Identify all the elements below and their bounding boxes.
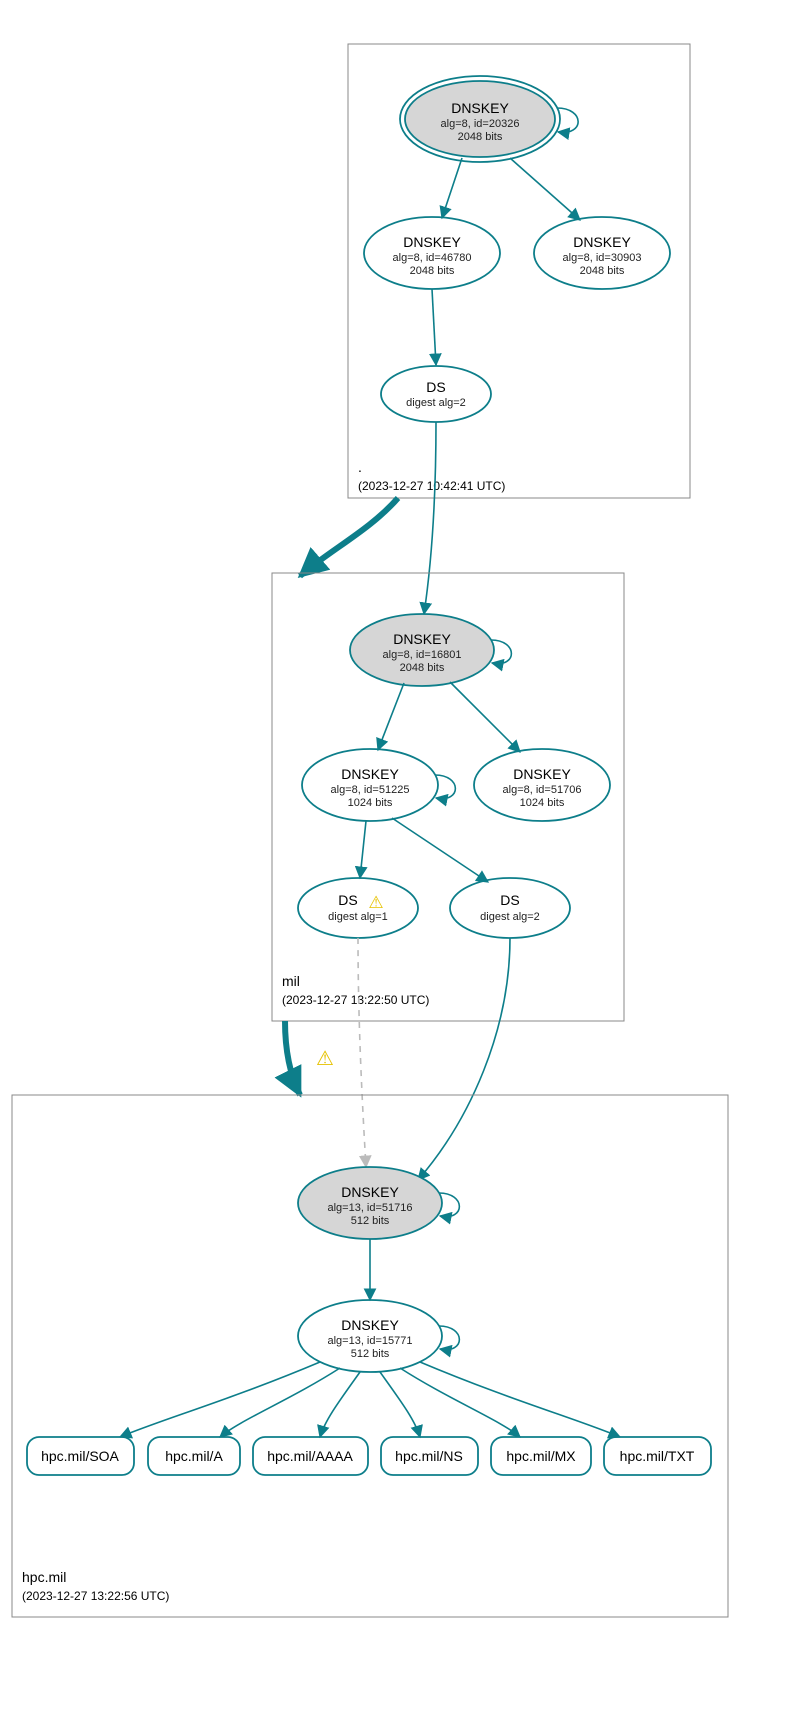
- node-root-ds: DS digest alg=2: [381, 366, 491, 422]
- node-root-ksk-title: DNSKEY: [451, 100, 509, 116]
- edge-rootds-milksk: [424, 422, 436, 614]
- zone-hpc-time: (2023-12-27 13:22:56 UTC): [22, 1589, 169, 1603]
- node-hpc-zsk-l1: alg=13, id=15771: [327, 1335, 412, 1347]
- rr-soa-label: hpc.mil/SOA: [41, 1448, 119, 1464]
- node-hpc-ksk: DNSKEY alg=13, id=51716 512 bits: [298, 1167, 442, 1239]
- node-mil-zsk2-l1: alg=8, id=51706: [503, 784, 582, 796]
- node-mil-ds1-l1: digest alg=1: [328, 911, 388, 923]
- node-mil-zsk2: DNSKEY alg=8, id=51706 1024 bits: [474, 749, 610, 821]
- node-root-zsk1-title: DNSKEY: [403, 234, 461, 250]
- node-mil-zsk1: DNSKEY alg=8, id=51225 1024 bits: [302, 749, 438, 821]
- rr-a-label: hpc.mil/A: [165, 1448, 223, 1464]
- zone-mil-label: mil: [282, 973, 300, 989]
- edge-milksk-zsk1: [378, 683, 404, 750]
- rr-txt: hpc.mil/TXT: [604, 1437, 711, 1475]
- zone-root-label: .: [358, 459, 362, 475]
- rr-aaaa: hpc.mil/AAAA: [253, 1437, 368, 1475]
- node-root-ksk-l2: 2048 bits: [458, 131, 503, 143]
- node-mil-ksk: DNSKEY alg=8, id=16801 2048 bits: [350, 614, 494, 686]
- node-mil-zsk1-title: DNSKEY: [341, 766, 399, 782]
- node-root-ksk-l1: alg=8, id=20326: [441, 118, 520, 130]
- edge-rootksk-zsk1: [442, 158, 462, 218]
- node-hpc-ksk-l1: alg=13, id=51716: [327, 1202, 412, 1214]
- zone-hpc-label: hpc.mil: [22, 1569, 66, 1585]
- edge-zsk-ns: [380, 1372, 420, 1437]
- node-root-zsk2-l1: alg=8, id=30903: [563, 252, 642, 264]
- node-root-zsk2: DNSKEY alg=8, id=30903 2048 bits: [534, 217, 670, 289]
- rr-ns: hpc.mil/NS: [381, 1437, 478, 1475]
- zone-mil-time: (2023-12-27 13:22:50 UTC): [282, 993, 429, 1007]
- node-root-zsk1-l1: alg=8, id=46780: [393, 252, 472, 264]
- node-mil-ds2-title: DS: [500, 892, 519, 908]
- node-hpc-zsk-l2: 512 bits: [351, 1348, 390, 1360]
- edge-zsk-soa: [120, 1362, 320, 1437]
- node-hpc-ksk-l2: 512 bits: [351, 1215, 390, 1227]
- node-hpc-ksk-title: DNSKEY: [341, 1184, 399, 1200]
- node-mil-ds1-title: DS: [338, 892, 357, 908]
- edge-milzsk1-ds2: [392, 818, 488, 882]
- node-mil-ds1: DS ⚠ digest alg=1: [298, 878, 418, 938]
- rr-mx-label: hpc.mil/MX: [506, 1448, 576, 1464]
- zone-root-time: (2023-12-27 10:42:41 UTC): [358, 479, 505, 493]
- node-mil-ksk-title: DNSKEY: [393, 631, 451, 647]
- node-root-zsk1-l2: 2048 bits: [410, 265, 455, 277]
- edge-milzsk1-ds1: [360, 821, 366, 878]
- node-mil-ksk-l2: 2048 bits: [400, 662, 445, 674]
- rr-soa: hpc.mil/SOA: [27, 1437, 134, 1475]
- node-mil-zsk1-l2: 1024 bits: [348, 797, 393, 809]
- node-mil-ksk-l1: alg=8, id=16801: [383, 649, 462, 661]
- node-mil-ds2: DS digest alg=2: [450, 878, 570, 938]
- node-mil-zsk1-l1: alg=8, id=51225: [331, 784, 410, 796]
- edge-rootksk-zsk2: [510, 158, 580, 220]
- rr-mx: hpc.mil/MX: [491, 1437, 591, 1475]
- warning-icon: ⚠: [368, 893, 383, 912]
- rr-aaaa-label: hpc.mil/AAAA: [267, 1448, 353, 1464]
- node-hpc-zsk: DNSKEY alg=13, id=15771 512 bits: [298, 1300, 442, 1372]
- edge-zsk-txt: [420, 1362, 620, 1437]
- node-root-zsk2-l2: 2048 bits: [580, 265, 625, 277]
- rr-txt-label: hpc.mil/TXT: [620, 1448, 695, 1464]
- edge-milksk-zsk2: [450, 682, 520, 752]
- node-mil-zsk2-l2: 1024 bits: [520, 797, 565, 809]
- edge-mil-to-hpc-thick: [285, 1021, 300, 1095]
- node-root-ksk: DNSKEY alg=8, id=20326 2048 bits: [400, 76, 560, 162]
- edge-rootzsk1-ds: [432, 289, 436, 365]
- edge-milds2-hpcksk: [418, 938, 510, 1180]
- rr-a: hpc.mil/A: [148, 1437, 240, 1475]
- node-root-zsk2-title: DNSKEY: [573, 234, 631, 250]
- edge-zsk-aaaa: [320, 1372, 360, 1437]
- warning-icon: ⚠: [316, 1048, 334, 1070]
- node-hpc-zsk-title: DNSKEY: [341, 1317, 399, 1333]
- node-root-ds-title: DS: [426, 379, 445, 395]
- node-mil-ds2-l1: digest alg=2: [480, 911, 540, 923]
- node-root-ds-l1: digest alg=2: [406, 397, 466, 409]
- edge-root-to-mil-thick: [300, 498, 398, 576]
- rr-ns-label: hpc.mil/NS: [395, 1448, 463, 1464]
- node-mil-zsk2-title: DNSKEY: [513, 766, 571, 782]
- edge-milds1-hpcksk: [358, 938, 366, 1167]
- node-root-zsk1: DNSKEY alg=8, id=46780 2048 bits: [364, 217, 500, 289]
